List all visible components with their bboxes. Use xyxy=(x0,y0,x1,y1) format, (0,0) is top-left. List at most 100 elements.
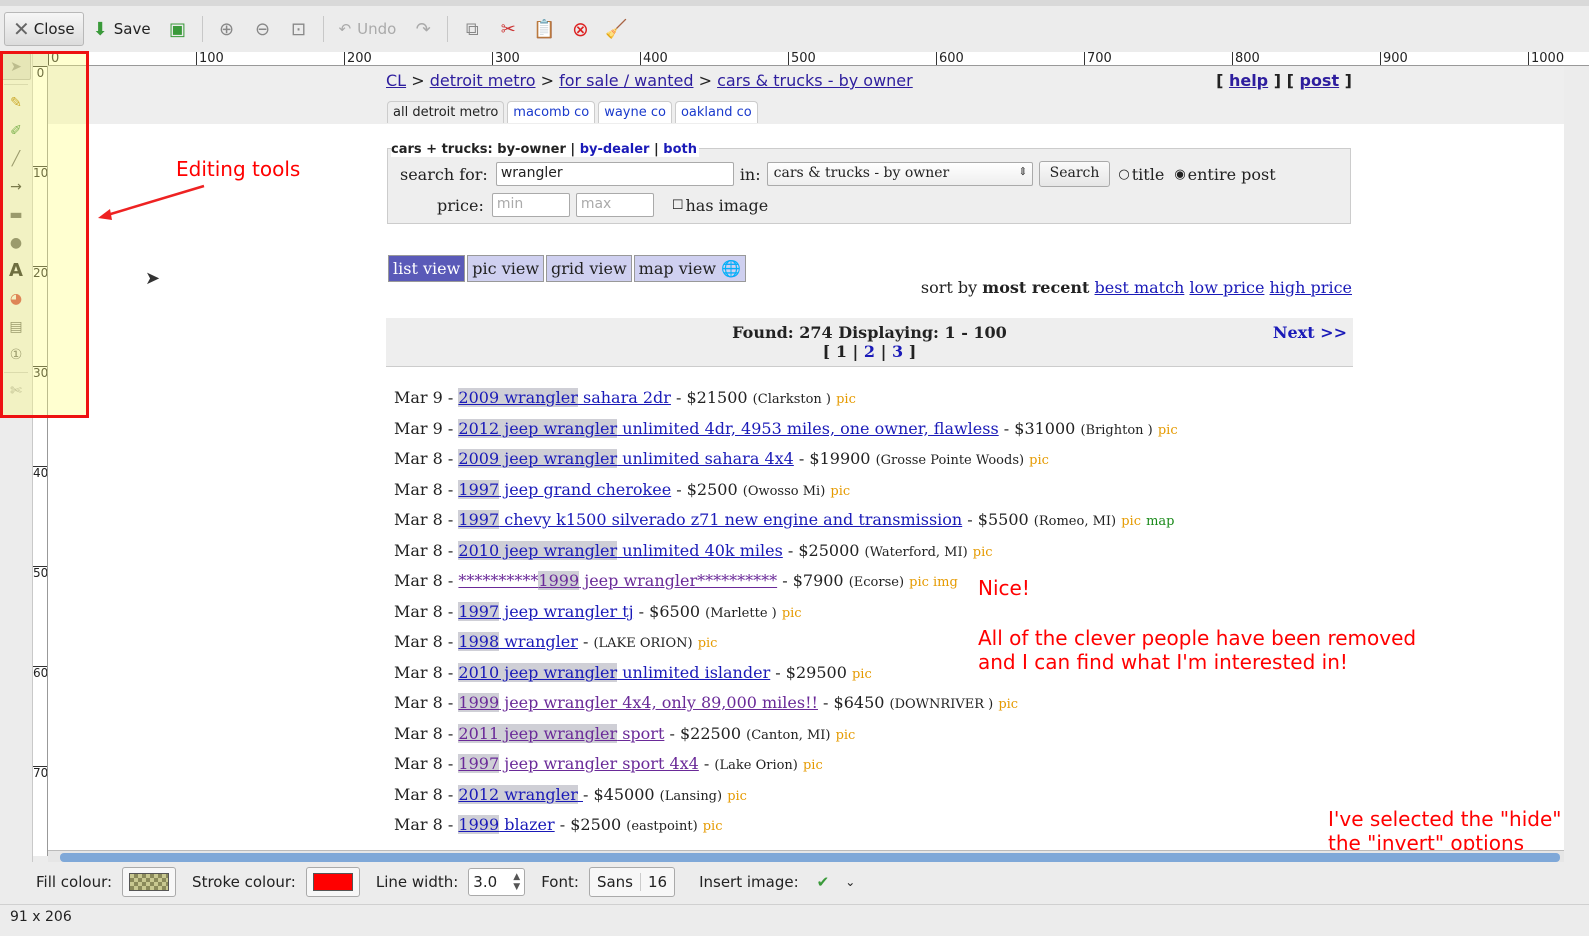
cut-icon[interactable]: ✂ xyxy=(490,12,526,46)
post-link[interactable]: post xyxy=(1299,71,1339,90)
price-row: price: min max ☐ has image xyxy=(437,193,768,217)
help-link[interactable]: help xyxy=(1229,71,1268,90)
search-highlight: 1999 xyxy=(538,571,580,590)
tab-grid-view[interactable]: grid view xyxy=(546,255,632,282)
listing-row: Mar 8 - 2012 wrangler - $45000 (Lansing)… xyxy=(394,784,747,804)
save-button[interactable]: ⬇ Save xyxy=(84,12,160,46)
listing-location: (Waterford, MI) xyxy=(864,544,968,560)
min-price-input[interactable]: min xyxy=(491,193,570,217)
title-radio[interactable]: ○ xyxy=(1118,167,1129,182)
paste-icon[interactable]: 📋 xyxy=(526,12,562,46)
breadcrumb-detroit-link[interactable]: detroit metro xyxy=(430,71,536,90)
font-picker-button[interactable]: Sans 16 xyxy=(588,867,676,897)
next-page-link[interactable]: Next >> xyxy=(1273,323,1347,342)
listing-link[interactable]: **********1999 jeep wrangler********** xyxy=(458,571,777,590)
ruler-label: 700 xyxy=(33,766,48,780)
listing-link[interactable]: 1999 blazer xyxy=(458,815,555,834)
listing-link[interactable]: 2012 wrangler xyxy=(458,784,583,804)
mouse-cursor-icon: ➤ xyxy=(145,268,161,289)
close-button[interactable]: ✕ Close xyxy=(4,12,84,46)
screenshot-editor-window: ✕ Close ⬇ Save ▣ ⊕ ⊖ ⊡ ↶ Undo ↷ ⧉ ✂ 📋 ⊗ … xyxy=(0,0,1589,936)
undo-button[interactable]: ↶ Undo xyxy=(330,12,406,46)
area-tab-oakland[interactable]: oakland co xyxy=(674,101,758,123)
breadcrumb-separator: > xyxy=(540,71,554,90)
listing-title: chevy k1500 silverado z71 new engine and… xyxy=(499,510,963,529)
ruler-label: 1000 xyxy=(1528,52,1564,65)
sort-best-match-link[interactable]: best match xyxy=(1095,278,1185,297)
listing-row: Mar 8 - 1997 chevy k1500 silverado z71 n… xyxy=(394,510,1175,529)
tab-list-view[interactable]: list view xyxy=(388,255,466,282)
entire-post-radio[interactable]: ◉ xyxy=(1174,167,1185,182)
font-size: 16 xyxy=(647,873,668,891)
page-link-3[interactable]: 3 xyxy=(892,342,903,361)
breadcrumb-cl-link[interactable]: CL xyxy=(386,71,406,90)
search-button[interactable]: Search xyxy=(1038,161,1111,187)
chevron-down-icon[interactable]: ⌄ xyxy=(845,875,855,889)
listing-title: unlimited sahara 4x4 xyxy=(617,449,794,468)
zoom-in-icon[interactable]: ⊕ xyxy=(209,12,245,46)
copy-icon[interactable]: ⧉ xyxy=(454,12,490,46)
selected-rectangle[interactable] xyxy=(0,51,89,418)
listing-link[interactable]: 1997 chevy k1500 silverado z71 new engin… xyxy=(458,510,962,529)
stroke-colour-button[interactable] xyxy=(305,867,360,897)
listing-link[interactable]: 2009 wrangler sahara 2dr xyxy=(458,388,671,407)
stepper-arrows-icon[interactable]: ▲ ▼ xyxy=(513,872,520,892)
area-tab-macomb[interactable]: macomb co xyxy=(507,101,596,123)
sort-low-price-link[interactable]: low price xyxy=(1189,278,1264,297)
zoom-out-icon[interactable]: ⊖ xyxy=(245,12,281,46)
listing-link[interactable]: 2010 jeep wrangler unlimited islander xyxy=(458,662,770,682)
image-canvas[interactable]: CL > detroit metro > for sale / wanted >… xyxy=(48,66,1564,850)
listing-date: Mar 8 xyxy=(394,510,443,529)
fill-colour-button[interactable] xyxy=(122,867,177,897)
view-tabs: list view pic view grid view map view 🌐 xyxy=(388,255,747,282)
search-input[interactable]: wrangler xyxy=(495,162,734,186)
listing-link[interactable]: 2009 jeep wrangler unlimited sahara 4x4 xyxy=(458,449,794,468)
insert-image-label: Insert image: xyxy=(699,873,799,891)
redo-icon[interactable]: ↷ xyxy=(405,12,441,46)
toolbar-separator xyxy=(322,16,324,42)
area-tab-all[interactable]: all detroit metro xyxy=(387,101,505,123)
line-width-stepper[interactable]: 3.0 ▲ ▼ xyxy=(468,868,526,896)
listing-link[interactable]: 2012 jeep wrangler unlimited 4dr, 4953 m… xyxy=(458,418,999,438)
listing-pic-tag: pic xyxy=(972,544,993,560)
breadcrumb-cars-link[interactable]: cars & trucks - by owner xyxy=(717,71,913,90)
listing-link[interactable]: 1997 jeep wrangler tj xyxy=(458,601,634,621)
listing-row: Mar 8 - 1999 jeep wrangler 4x4, only 89,… xyxy=(394,693,1019,712)
listing-row: Mar 9 - 2012 jeep wrangler unlimited 4dr… xyxy=(394,418,1178,438)
listing-link[interactable]: 1997 jeep wrangler sport 4x4 xyxy=(458,754,699,773)
both-link[interactable]: both xyxy=(663,142,697,157)
search-highlight: 2012 jeep wrangler xyxy=(458,418,618,438)
page-link-2[interactable]: 2 xyxy=(864,342,875,361)
listing-link[interactable]: 1998 wrangler xyxy=(458,632,578,651)
save-as-icon[interactable]: ▣ xyxy=(160,12,196,46)
listing-pic-tag: pic xyxy=(851,666,872,682)
undo-icon: ↶ xyxy=(338,20,352,38)
category-select[interactable]: cars & trucks - by owner ⇕ xyxy=(766,162,1033,186)
has-image-checkbox[interactable]: ☐ xyxy=(672,198,684,213)
search-panel: cars + trucks: by-owner | by-dealer | bo… xyxy=(387,142,1351,224)
listing-link[interactable]: 2011 jeep wrangler sport xyxy=(458,723,664,743)
tab-pic-view[interactable]: pic view xyxy=(467,255,545,282)
scrollbar-thumb[interactable] xyxy=(60,853,1560,862)
listing-link[interactable]: 2010 jeep wrangler unlimited 40k miles xyxy=(458,540,783,560)
checkmark-icon: ✔ xyxy=(816,873,830,891)
listing-title: unlimited 4dr, 4953 miles, one owner, fl… xyxy=(617,418,999,438)
breadcrumb-separator: > xyxy=(411,71,425,90)
clear-broom-icon[interactable]: 🧹 xyxy=(598,12,634,46)
listing-pic-tag: pic xyxy=(836,392,856,407)
search-highlight: 1998 xyxy=(458,632,500,651)
by-dealer-link[interactable]: by-dealer xyxy=(580,142,650,157)
delete-icon[interactable]: ⊗ xyxy=(562,12,598,46)
listing-link[interactable]: 1997 jeep grand cherokee xyxy=(458,479,671,499)
search-highlight: 2009 jeep wrangler xyxy=(458,449,618,468)
max-price-input[interactable]: max xyxy=(575,193,654,217)
listing-date: Mar 8 xyxy=(394,540,443,560)
area-tab-wayne[interactable]: wayne co xyxy=(598,101,672,123)
breadcrumb-forsale-link[interactable]: for sale / wanted xyxy=(559,71,693,90)
listing-map-tag[interactable]: map xyxy=(1146,514,1174,529)
zoom-fit-icon[interactable]: ⊡ xyxy=(281,12,317,46)
listing-price: $45000 xyxy=(593,784,655,804)
sort-high-price-link[interactable]: high price xyxy=(1270,278,1353,297)
listing-link[interactable]: 1999 jeep wrangler 4x4, only 89,000 mile… xyxy=(458,693,818,712)
tab-map-view[interactable]: map view 🌐 xyxy=(633,255,747,282)
